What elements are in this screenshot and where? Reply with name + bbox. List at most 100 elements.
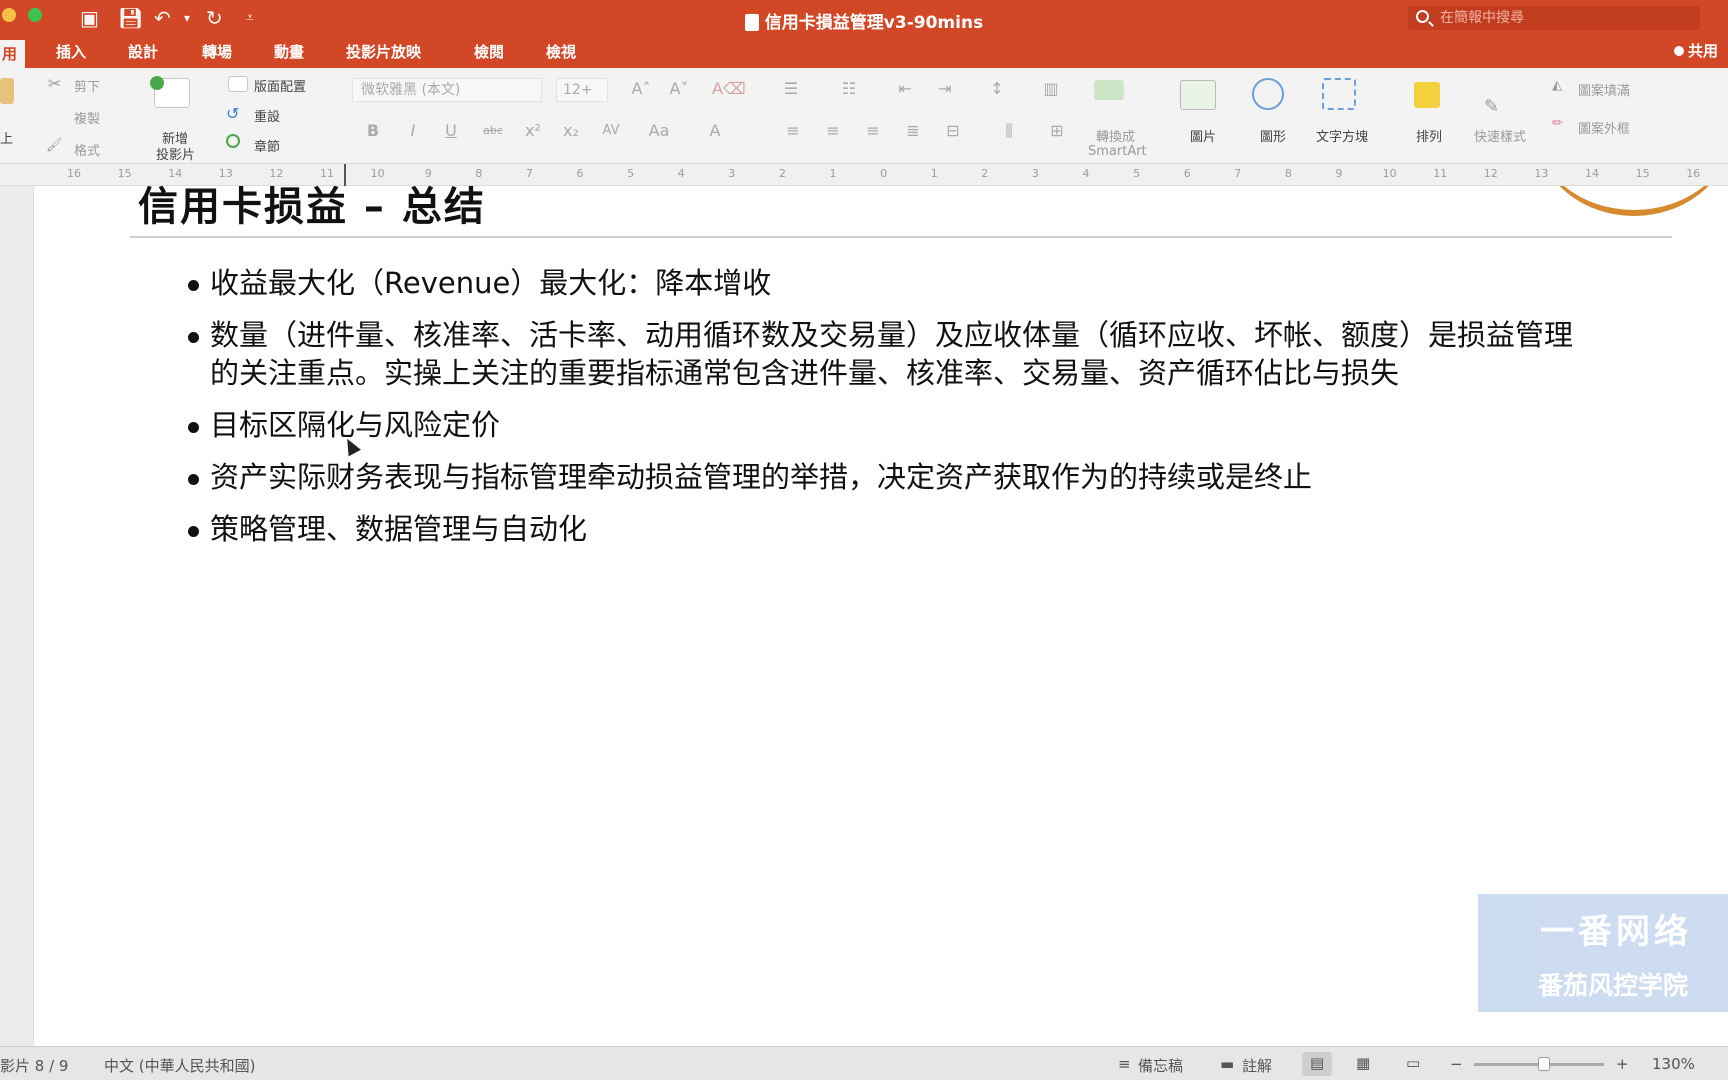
slide-title[interactable]: 信用卡损益 – 总结: [138, 186, 486, 232]
section-icon[interactable]: [226, 134, 240, 148]
columns-icon[interactable]: ▥: [1036, 76, 1066, 102]
layout-icon[interactable]: [228, 76, 248, 92]
cut-label[interactable]: 剪下: [74, 76, 100, 95]
format-painter-label[interactable]: 格式: [74, 140, 100, 159]
character-spacing-icon[interactable]: AV: [596, 118, 626, 144]
smartart-label-1[interactable]: 轉換成: [1096, 126, 1135, 145]
numbering-icon[interactable]: ☷: [834, 76, 864, 102]
comments-icon[interactable]: ▬: [1220, 1055, 1234, 1073]
ruler-tick-label: 12: [1483, 167, 1498, 180]
shape-fill-label[interactable]: 圖案填滿: [1578, 80, 1630, 99]
shapes-label[interactable]: 圖形: [1260, 126, 1286, 145]
tab-review[interactable]: 檢閱: [474, 42, 504, 62]
arrange-label[interactable]: 排列: [1416, 126, 1442, 145]
arrange-icon[interactable]: [1414, 82, 1440, 108]
bullet-item[interactable]: 数量（进件量、核准率、活卡率、动用循环数及交易量）及应收体量（循环应收、坏帐、额…: [150, 316, 1590, 392]
align-left-icon[interactable]: ≡: [778, 118, 808, 144]
font-size-select[interactable]: 12+: [556, 78, 608, 102]
clear-format-icon[interactable]: A⌫: [712, 76, 746, 102]
textbox-label[interactable]: 文字方塊: [1316, 126, 1368, 145]
cut-icon[interactable]: ✂: [48, 74, 61, 93]
status-bar: 影片 8 / 9 中文 (中華人民共和國) ≡ 備忘稿 ▬ 註解 ▤ ▦ ▭ −…: [0, 1046, 1728, 1080]
shapes-icon[interactable]: [1252, 78, 1284, 110]
bullet-item[interactable]: 收益最大化（Revenue）最大化：降本增收: [150, 264, 1590, 302]
notes-icon[interactable]: ≡: [1118, 1055, 1131, 1073]
decrease-indent-icon[interactable]: ⇤: [890, 76, 920, 102]
text-direction-icon[interactable]: ⫼: [994, 118, 1024, 144]
shape-outline-label[interactable]: 圖案外框: [1578, 118, 1630, 137]
zoom-level[interactable]: 130%: [1652, 1055, 1695, 1073]
underline-icon[interactable]: U: [436, 118, 466, 144]
ruler-tick-label: 6: [576, 167, 584, 180]
zoom-in-button[interactable]: +: [1616, 1055, 1629, 1073]
tab-view[interactable]: 檢視: [546, 42, 576, 62]
distributed-icon[interactable]: ⊟: [938, 118, 968, 144]
reset-icon[interactable]: ↺: [226, 104, 239, 123]
new-slide-label-2[interactable]: 投影片: [156, 144, 195, 163]
slide-sorter-view-button[interactable]: ▦: [1350, 1052, 1380, 1076]
search-input[interactable]: 在簡報中搜尋: [1408, 6, 1700, 30]
font-name-select[interactable]: 微软雅黑 (本文): [352, 78, 542, 102]
bullet-item[interactable]: 目标区隔化与风险定价: [150, 406, 1590, 444]
layout-label[interactable]: 版面配置: [254, 76, 306, 95]
share-button[interactable]: 共用: [1673, 40, 1718, 62]
tab-design[interactable]: 設計: [128, 42, 158, 62]
bullet-list[interactable]: 收益最大化（Revenue）最大化：降本增收 数量（进件量、核准率、活卡率、动用…: [150, 264, 1590, 562]
zoom-out-button[interactable]: −: [1450, 1055, 1463, 1073]
shape-fill-icon[interactable]: ◭: [1552, 78, 1562, 93]
quick-styles-label[interactable]: 快速樣式: [1474, 126, 1526, 145]
align-text-icon[interactable]: ⊞: [1042, 118, 1072, 144]
increase-indent-icon[interactable]: ⇥: [930, 76, 960, 102]
tab-slide-show[interactable]: 投影片放映: [346, 42, 421, 62]
title-bar: ▣ 💾︎ ↶ ▾ ↻ ⩡ 信用卡損益管理v3-90mins 在簡報中搜尋: [0, 0, 1728, 36]
slide-show-view-button[interactable]: ▭: [1400, 1052, 1430, 1076]
ruler-tick-label: 1: [930, 167, 938, 180]
strikethrough-icon[interactable]: abc: [478, 118, 508, 144]
font-color-icon[interactable]: A: [700, 118, 730, 144]
horizontal-ruler[interactable]: 16 15 14 13 12 11 10 9 8 7 6 5 4 3 2 1 0 1 2 3 4 5 6 7 8 9 10 11 12 1…: [0, 164, 1728, 186]
line-spacing-icon[interactable]: ↕: [982, 76, 1012, 102]
decrease-font-icon[interactable]: A˅: [664, 76, 694, 102]
ruler-tick-label: 14: [1585, 167, 1599, 180]
paste-label[interactable]: 上: [0, 128, 13, 147]
reset-label[interactable]: 重設: [254, 106, 280, 125]
subscript-icon[interactable]: x₂: [556, 118, 586, 144]
picture-icon[interactable]: [1180, 80, 1216, 110]
ruler-tick-label: 16: [1686, 167, 1701, 180]
increase-font-icon[interactable]: A˄: [626, 76, 656, 102]
justify-icon[interactable]: ≣: [898, 118, 928, 144]
ruler-tick-label: 15: [117, 167, 132, 180]
tab-animations[interactable]: 動畫: [274, 42, 304, 62]
paste-icon[interactable]: [0, 78, 14, 104]
format-painter-icon[interactable]: 🖌︎: [46, 138, 63, 153]
bullet-item[interactable]: 资产实际财务表现与指标管理牵动损益管理的举措，决定资产获取作为的持续或是终止: [150, 458, 1590, 496]
textbox-icon[interactable]: [1322, 78, 1356, 110]
zoom-slider-thumb[interactable]: [1538, 1057, 1550, 1071]
tab-home[interactable]: 用: [0, 40, 26, 68]
smartart-label-2[interactable]: SmartArt: [1088, 144, 1147, 159]
normal-view-button[interactable]: ▤: [1302, 1052, 1332, 1076]
bullets-icon[interactable]: ☰: [776, 76, 806, 102]
superscript-icon[interactable]: x²: [518, 118, 548, 144]
tab-insert[interactable]: 插入: [56, 42, 86, 62]
bullet-item[interactable]: 策略管理、数据管理与自动化: [150, 510, 1590, 548]
notes-button[interactable]: 備忘稿: [1138, 1055, 1183, 1076]
italic-icon[interactable]: I: [398, 118, 428, 144]
shape-outline-icon[interactable]: ✏: [1552, 116, 1563, 131]
left-pane-edge: [0, 186, 34, 1046]
comments-button[interactable]: 註解: [1242, 1055, 1272, 1076]
picture-label[interactable]: 圖片: [1190, 126, 1216, 145]
align-right-icon[interactable]: ≡: [858, 118, 888, 144]
section-label[interactable]: 章節: [254, 136, 280, 155]
smartart-icon[interactable]: [1094, 80, 1124, 100]
quick-styles-icon[interactable]: ✎: [1484, 96, 1499, 117]
copy-label[interactable]: 複製: [74, 108, 100, 127]
language-indicator[interactable]: 中文 (中華人民共和國): [104, 1055, 255, 1076]
change-case-icon[interactable]: Aa: [644, 118, 674, 144]
ruler-tick-label: 0: [880, 167, 888, 180]
bold-icon[interactable]: B: [358, 118, 388, 144]
title-divider: [130, 236, 1672, 238]
slide-canvas[interactable]: 信用卡损益 – 总结 收益最大化（Revenue）最大化：降本增收 数量（进件量…: [34, 186, 1728, 1046]
align-center-icon[interactable]: ≡: [818, 118, 848, 144]
tab-transitions[interactable]: 轉場: [202, 42, 232, 62]
